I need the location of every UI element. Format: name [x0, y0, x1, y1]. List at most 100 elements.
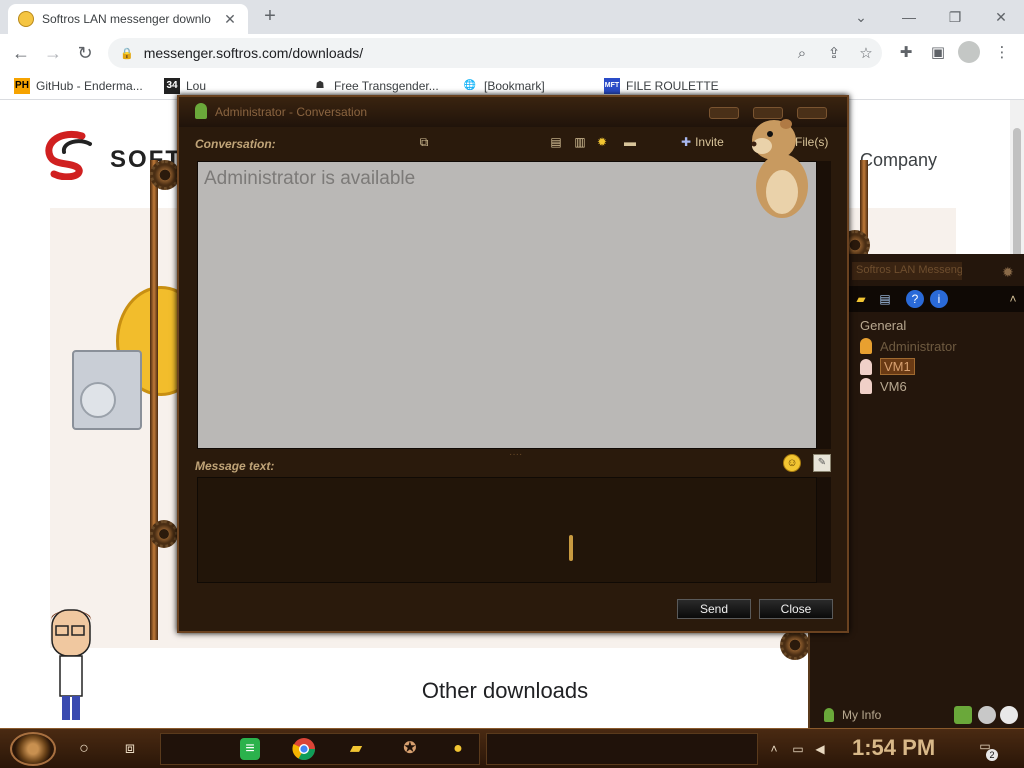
user-online-icon	[824, 708, 834, 722]
bookmark-item[interactable]: 🌐 [Bookmark]	[462, 78, 545, 94]
company-text: Company	[860, 150, 938, 170]
invite-button[interactable]: ✚ Invite	[681, 135, 724, 149]
status-online-icon[interactable]	[954, 706, 972, 724]
notes-app-icon[interactable]: ≡	[240, 738, 260, 760]
message-input[interactable]	[197, 477, 817, 583]
close-tab-icon[interactable]: ✕	[222, 11, 238, 28]
user-icon	[860, 358, 872, 375]
cortana-circle-icon[interactable]: ○	[72, 737, 96, 761]
page-scroll-thumb[interactable]	[1013, 128, 1021, 258]
insert-text-icon[interactable]: ✎	[813, 454, 831, 472]
globe-icon: 🌐	[463, 80, 477, 91]
bookmark-label: FILE ROULETTE	[626, 79, 719, 93]
taskbar-empty-area	[486, 733, 758, 765]
menu-kebab-icon[interactable]: ⋮	[990, 42, 1014, 64]
address-bar[interactable]: 🔒 messenger.softros.com/downloads/ ⌕ ⇪ ☆	[108, 38, 882, 68]
messenger-favicon-icon	[18, 11, 34, 27]
status-offline-icon[interactable]	[1000, 706, 1018, 724]
contact-vm1[interactable]: VM1	[860, 358, 915, 375]
taskbar-apps-tray	[160, 733, 480, 765]
bookmark-item[interactable]: MFT FILE ROULETTE	[604, 78, 719, 94]
message-history[interactable]: Administrator is available	[197, 161, 817, 449]
messenger-chat-icon[interactable]: ●	[446, 737, 470, 761]
contact-vm6[interactable]: VM6	[860, 378, 907, 394]
save-log-icon[interactable]: ▥	[571, 133, 589, 151]
volume-muted-icon[interactable]: ◀	[812, 741, 828, 757]
history-status-text: Administrator is available	[204, 168, 416, 189]
splitter-handle[interactable]: ····	[509, 449, 522, 460]
task-view-icon[interactable]: ⧈	[118, 737, 142, 761]
minimize-button[interactable]: —	[886, 4, 932, 30]
hamster-mascot-icon	[751, 119, 808, 218]
tab-strip: Softros LAN messenger downlo ✕ + ⌄ — ❐ ✕	[0, 0, 1024, 34]
back-arrow-icon[interactable]: ←	[8, 40, 34, 66]
info-icon[interactable]: i	[930, 290, 948, 308]
invite-label: Invite	[695, 135, 724, 149]
gear-icon	[150, 520, 178, 548]
folder-icon[interactable]: ▰	[852, 290, 870, 308]
side-panel-icon[interactable]: ▣	[926, 42, 950, 64]
user-online-icon	[195, 103, 207, 119]
message-scrollbar[interactable]	[817, 477, 831, 583]
history-scrollbar[interactable]	[817, 161, 831, 449]
bookmark-item[interactable]: PH GitHub - Enderma...	[14, 78, 143, 94]
collapse-chevron-icon[interactable]: ˄	[1004, 290, 1022, 308]
start-button[interactable]	[10, 732, 56, 766]
notification-count-badge: 2	[986, 749, 998, 761]
conversation-titlebar[interactable]: Administrator - Conversation	[179, 97, 847, 127]
taskbar: ○ ⧈ ≡ ▰ ✪ ● ˄ ▭ ◀ 1:54 PM ▭ 2	[0, 728, 1024, 768]
gear-icon	[780, 630, 810, 660]
screen-share-icon[interactable]: ⧉	[415, 133, 433, 151]
taskbar-clock[interactable]: 1:54 PM	[852, 735, 935, 761]
mft-icon: MFT	[604, 78, 620, 94]
bookmark-label: [Bookmark]	[484, 79, 545, 93]
lock-icon[interactable]: 🔒	[120, 47, 134, 60]
user-icon	[860, 378, 872, 394]
close-button[interactable]: Close	[759, 599, 833, 619]
notes-icon[interactable]: ▤	[876, 290, 894, 308]
reload-icon[interactable]: ↻	[72, 40, 98, 66]
bookmark-item[interactable]: 34 Lou	[164, 78, 206, 94]
zoom-search-icon[interactable]: ⌕	[786, 45, 818, 62]
contact-name: VM6	[880, 378, 907, 394]
group-general[interactable]: General	[860, 318, 906, 333]
contact-administrator[interactable]: Administrator	[860, 338, 957, 354]
tray-overflow-chevron-icon[interactable]: ˄	[766, 741, 782, 757]
cartoon-man-icon	[50, 609, 92, 720]
browser-tab[interactable]: Softros LAN messenger downlo ✕	[8, 4, 248, 34]
status-away-icon[interactable]	[978, 706, 996, 724]
close-window-button[interactable]: ✕	[978, 4, 1024, 30]
my-info-link[interactable]: My Info	[824, 708, 881, 722]
share-icon[interactable]: ⇪	[818, 44, 850, 62]
network-icon[interactable]: ▭	[790, 741, 806, 757]
restore-button[interactable]: ❐	[932, 4, 978, 30]
minimize-button[interactable]	[709, 107, 739, 119]
chrome-icon[interactable]	[292, 737, 316, 761]
bookmark-item[interactable]: ☗ Free Transgender...	[312, 78, 439, 94]
help-icon[interactable]: ?	[906, 290, 924, 308]
settings-gear-icon[interactable]: ✹	[1002, 264, 1014, 281]
conversation-title: Administrator - Conversation	[215, 105, 368, 119]
bookmark-label: GitHub - Enderma...	[36, 79, 143, 93]
app-icon[interactable]: ✪	[398, 737, 422, 761]
video-camera-icon[interactable]: ▬	[621, 133, 639, 151]
robot-icon: ☗	[315, 80, 325, 91]
cd-disc-icon	[80, 382, 116, 418]
url-text[interactable]: messenger.softros.com/downloads/	[144, 45, 786, 61]
my-info-label: My Info	[842, 708, 882, 722]
history-icon[interactable]: ▤	[547, 133, 565, 151]
steampunk-pipe	[150, 160, 158, 640]
extensions-puzzle-icon[interactable]: ✚	[894, 42, 918, 64]
new-tab-button[interactable]: +	[258, 6, 282, 28]
profile-avatar[interactable]	[958, 41, 980, 63]
bookmark-star-icon[interactable]: ☆	[850, 44, 882, 62]
settings-gear-icon[interactable]: ✹	[593, 133, 611, 151]
tab-search-icon[interactable]: ⌄	[838, 4, 884, 30]
ph-icon: PH	[14, 78, 30, 94]
smiley-icon[interactable]: ☺	[783, 454, 801, 472]
user-online-icon	[860, 338, 872, 354]
forward-arrow-icon[interactable]: →	[40, 40, 66, 66]
message-text-label: Message text:	[195, 459, 275, 473]
file-explorer-icon[interactable]: ▰	[344, 737, 368, 761]
send-button[interactable]: Send	[677, 599, 751, 619]
